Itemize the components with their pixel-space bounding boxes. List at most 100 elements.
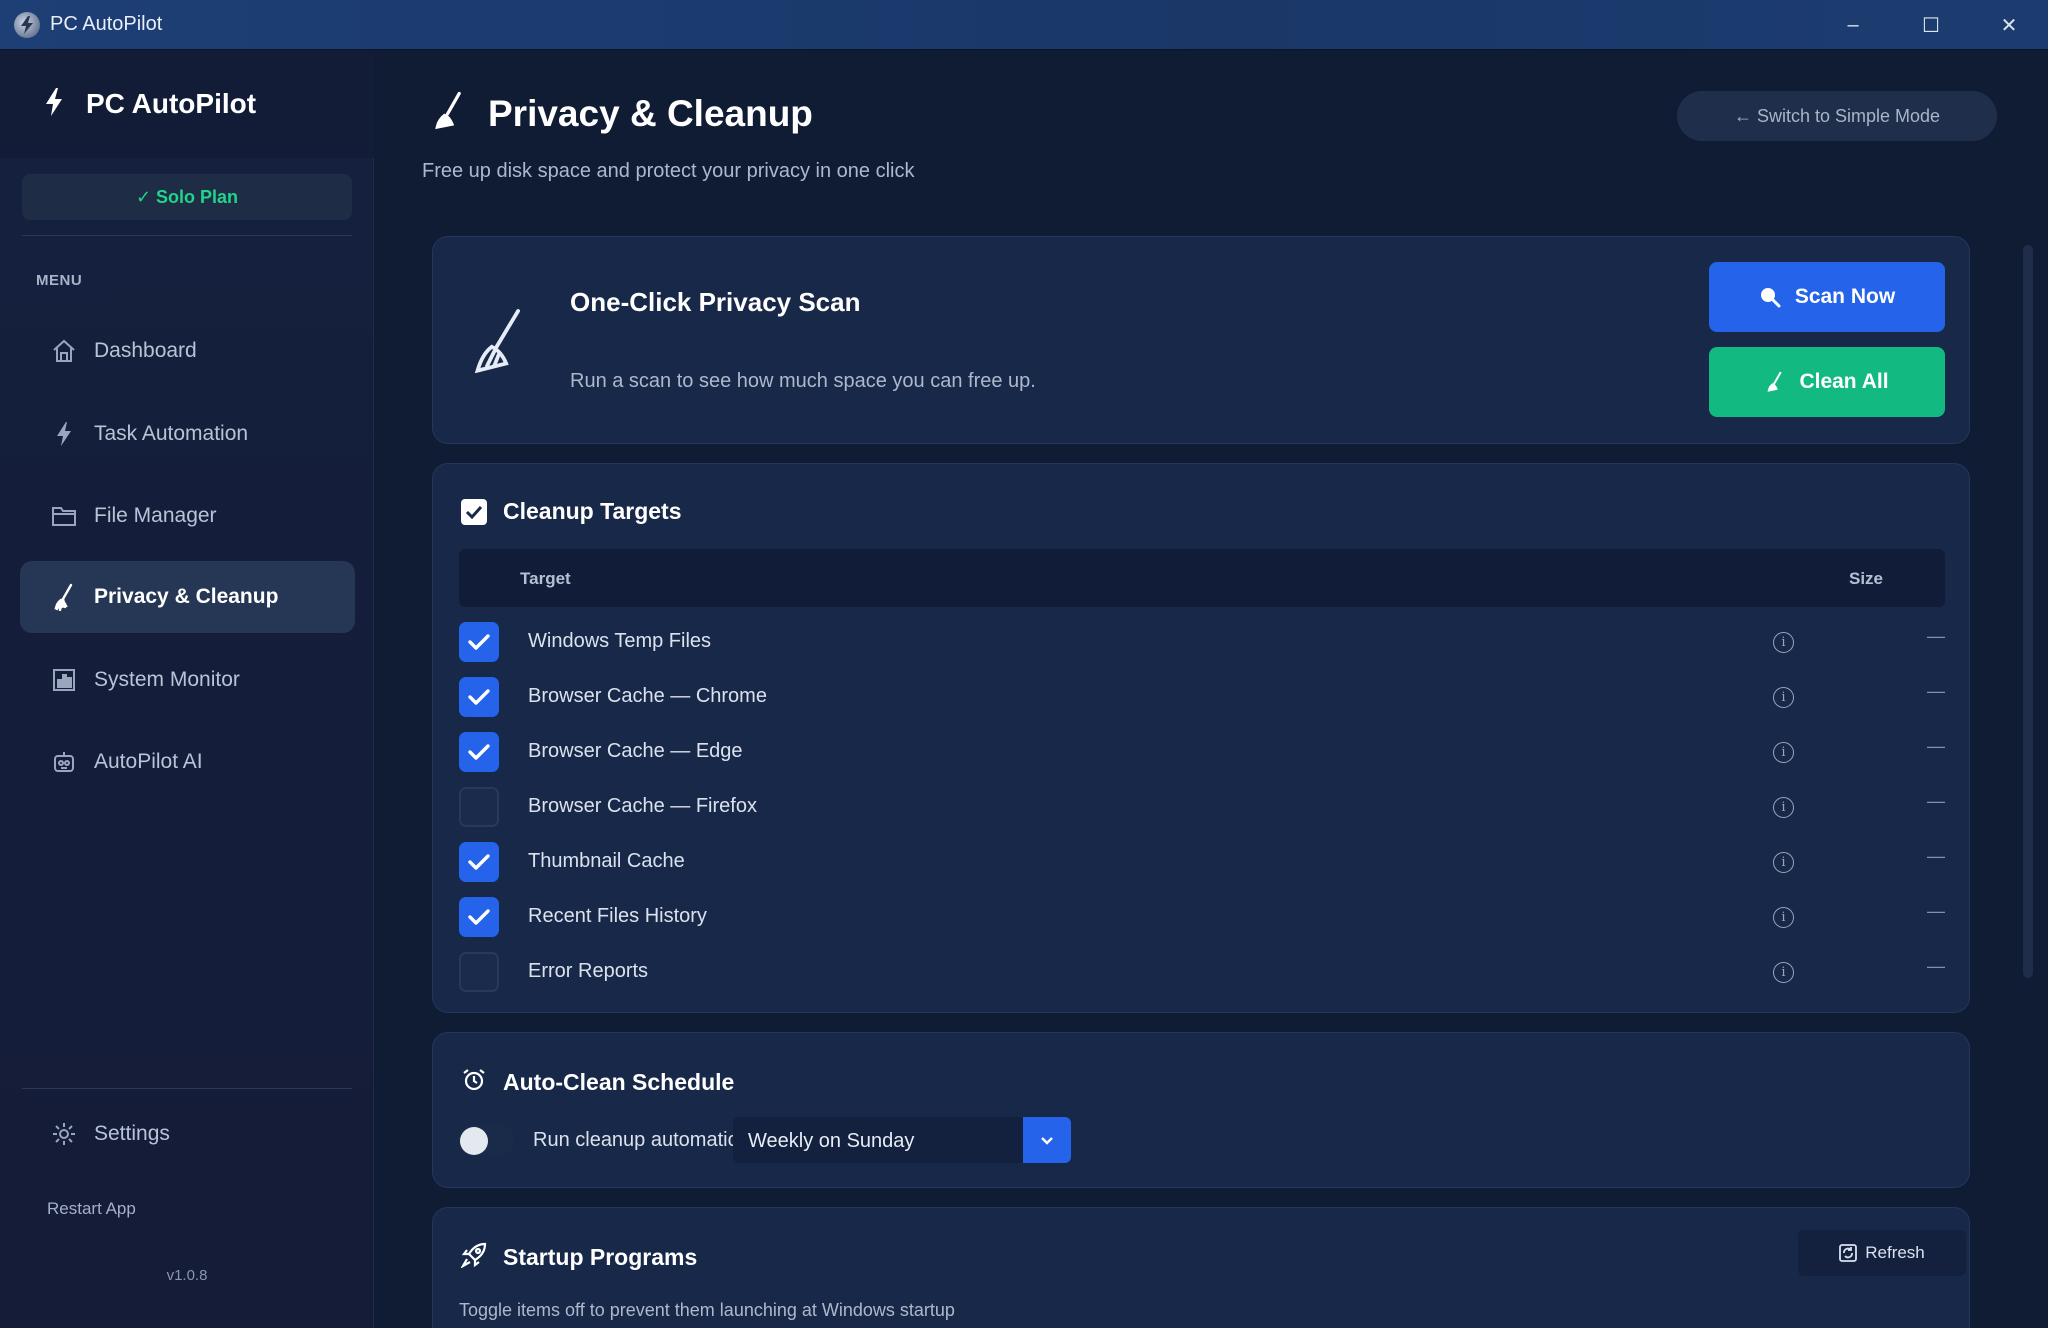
table-row: Recent Files History i — — [459, 887, 1945, 942]
auto-clean-toggle[interactable] — [458, 1125, 514, 1155]
sidebar-item-label: System Monitor — [94, 668, 240, 691]
sidebar: PC AutoPilot ✓ Solo Plan MENU Dashboard … — [0, 50, 374, 1328]
info-icon[interactable]: i — [1773, 632, 1794, 653]
toggle-knob — [460, 1127, 488, 1155]
checkmark-icon — [468, 854, 490, 870]
chevron-down-icon[interactable] — [1023, 1117, 1071, 1163]
target-label: Browser Cache — Chrome — [528, 685, 767, 707]
home-icon — [50, 337, 78, 365]
title-bar: PC AutoPilot – ☐ ✕ — [0, 0, 2048, 50]
column-header-size: Size — [1849, 569, 1884, 588]
info-icon[interactable]: i — [1773, 797, 1794, 818]
scan-title: One-Click Privacy Scan — [570, 287, 861, 317]
sidebar-item-task-automation[interactable]: Task Automation — [20, 398, 355, 470]
sidebar-item-label: Privacy & Cleanup — [94, 585, 279, 608]
target-label: Error Reports — [528, 960, 649, 982]
cleanup-targets-card: Cleanup Targets Target Size Windows Temp… — [432, 463, 1970, 1013]
lightning-icon — [44, 87, 64, 121]
sidebar-item-label: AutoPilot AI — [94, 750, 203, 773]
startup-description: Toggle items off to prevent them launchi… — [459, 1300, 955, 1320]
target-checkbox[interactable] — [459, 677, 499, 717]
target-checkbox[interactable] — [459, 842, 499, 882]
target-checkbox[interactable] — [459, 952, 499, 992]
checkbox-icon — [461, 498, 487, 525]
info-icon[interactable]: i — [1773, 852, 1794, 873]
clean-all-button[interactable]: Clean All — [1709, 347, 1945, 417]
target-label: Browser Cache — Edge — [528, 740, 743, 762]
restart-app-link[interactable]: Restart App — [47, 1199, 136, 1219]
scan-description: Run a scan to see how much space you can… — [570, 370, 1036, 392]
sidebar-item-system-monitor[interactable]: System Monitor — [20, 644, 355, 716]
sidebar-item-settings[interactable]: Settings — [20, 1104, 355, 1164]
target-size: — — [1927, 736, 1945, 756]
close-button[interactable]: ✕ — [1970, 0, 2048, 50]
refresh-button[interactable]: Refresh — [1798, 1230, 1966, 1276]
target-size: — — [1927, 956, 1945, 976]
checkmark-icon — [468, 909, 490, 925]
page-header: Privacy & Cleanup — [430, 90, 813, 137]
scrollbar[interactable] — [2023, 245, 2033, 978]
app-version: v1.0.8 — [166, 1267, 208, 1284]
info-icon[interactable]: i — [1773, 742, 1794, 763]
page-subtitle: Free up disk space and protect your priv… — [422, 160, 915, 182]
lightning-icon — [50, 420, 78, 448]
folder-icon — [50, 502, 78, 530]
switch-simple-mode-button[interactable]: ← Switch to Simple Mode — [1677, 91, 1997, 141]
menu-label: MENU — [36, 272, 83, 289]
target-checkbox[interactable] — [459, 787, 499, 827]
target-checkbox[interactable] — [459, 897, 499, 937]
target-label: Windows Temp Files — [528, 630, 712, 652]
target-label: Browser Cache — Firefox — [528, 795, 757, 817]
info-icon[interactable]: i — [1773, 687, 1794, 708]
checkmark-icon — [468, 689, 490, 705]
rocket-icon — [460, 1242, 487, 1273]
sidebar-divider — [22, 1088, 352, 1089]
target-size: — — [1927, 901, 1945, 921]
app-logo-icon — [14, 11, 40, 38]
target-checkbox[interactable] — [459, 732, 499, 772]
minimize-button[interactable]: – — [1814, 0, 1892, 50]
sidebar-item-label: File Manager — [94, 504, 217, 527]
table-row: Error Reports i — — [459, 942, 1945, 997]
sidebar-divider — [22, 235, 352, 236]
broom-icon — [468, 307, 530, 382]
target-size: — — [1927, 626, 1945, 646]
startup-header: Startup Programs — [460, 1242, 698, 1273]
sidebar-item-file-manager[interactable]: File Manager — [20, 480, 355, 552]
broom-icon — [430, 90, 468, 137]
table-row: Thumbnail Cache i — — [459, 832, 1945, 887]
sidebar-item-dashboard[interactable]: Dashboard — [20, 315, 355, 387]
alarm-clock-icon — [461, 1067, 487, 1098]
target-size: — — [1927, 846, 1945, 866]
maximize-button[interactable]: ☐ — [1892, 0, 1970, 50]
window-title: PC AutoPilot — [50, 13, 163, 35]
target-checkbox[interactable] — [459, 622, 499, 662]
privacy-scan-card: One-Click Privacy Scan Run a scan to see… — [432, 236, 1970, 444]
checkmark-icon — [468, 634, 490, 650]
search-icon — [1759, 286, 1781, 308]
sidebar-item-privacy-cleanup[interactable]: Privacy & Cleanup — [20, 561, 355, 633]
clean-all-label: Clean All — [1799, 370, 1889, 393]
page-title: Privacy & Cleanup — [488, 92, 813, 134]
cleanup-targets-header: Cleanup Targets — [461, 498, 682, 525]
scan-now-label: Scan Now — [1794, 285, 1896, 308]
broom-icon — [1765, 371, 1785, 393]
frequency-select[interactable]: Weekly on Sunday — [733, 1117, 1071, 1163]
target-label: Recent Files History — [528, 905, 707, 927]
brand-name: PC AutoPilot — [86, 88, 257, 119]
sidebar-item-label: Task Automation — [94, 422, 249, 445]
robot-icon — [50, 748, 78, 776]
auto-clean-schedule-card: Auto-Clean Schedule Run cleanup automati… — [432, 1032, 1970, 1188]
info-icon[interactable]: i — [1773, 962, 1794, 983]
sidebar-brand: PC AutoPilot — [0, 50, 374, 158]
scan-now-button[interactable]: Scan Now — [1709, 262, 1945, 332]
sidebar-item-autopilot-ai[interactable]: AutoPilot AI — [20, 726, 355, 798]
section-title: Auto-Clean Schedule — [503, 1069, 735, 1095]
section-title: Startup Programs — [503, 1244, 698, 1270]
target-label: Thumbnail Cache — [528, 850, 685, 872]
sidebar-item-label: Dashboard — [94, 339, 197, 362]
table-row: Browser Cache — Chrome i — — [459, 667, 1945, 722]
main-content: Privacy & Cleanup Free up disk space and… — [375, 50, 2048, 1328]
info-icon[interactable]: i — [1773, 907, 1794, 928]
schedule-header: Auto-Clean Schedule — [461, 1067, 734, 1098]
